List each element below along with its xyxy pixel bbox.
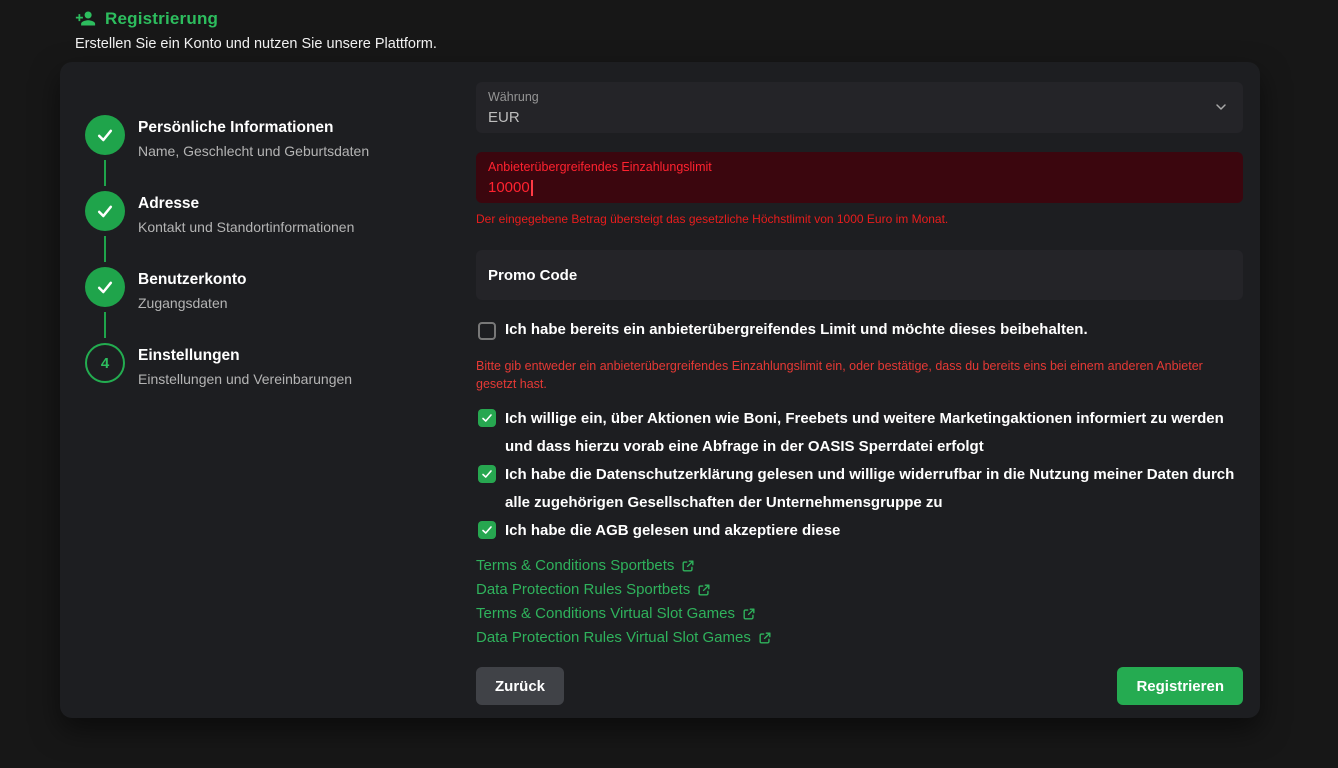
stepper-step-address[interactable]: Adresse Kontakt und Standortinformatione… [85,191,476,267]
step-title: Benutzerkonto [138,271,247,289]
register-button[interactable]: Registrieren [1117,667,1243,705]
consent-label[interactable]: Ich willige ein, über Aktionen wie Boni,… [505,405,1243,461]
step-check-icon [85,267,125,307]
external-link-icon [742,607,756,621]
link-data-protection-slot-games[interactable]: Data Protection Rules Virtual Slot Games [476,626,772,650]
limit-warning-text: Bitte gib entweder ein anbieterübergreif… [476,357,1243,393]
link-terms-slot-games[interactable]: Terms & Conditions Virtual Slot Games [476,602,756,626]
marketing-consent-checkbox[interactable] [478,409,496,427]
consent-label[interactable]: Ich habe die Datenschutzerklärung gelese… [505,461,1243,517]
external-link-icon [758,631,772,645]
consent-row-marketing: Ich willige ein, über Aktionen wie Boni,… [476,405,1243,461]
currency-value: EUR [488,109,1229,126]
step-connector [104,160,106,186]
consent-row-agb: Ich habe die AGB gelesen und akzeptiere … [476,517,1243,545]
step-subtitle: Kontakt und Standortinformationen [138,219,354,235]
consent-list: Ich willige ein, über Aktionen wie Boni,… [476,405,1243,545]
external-link-icon [697,583,711,597]
keep-limit-row: Ich habe bereits ein anbieterübergreifen… [476,318,1243,342]
deposit-limit-value: 10000 [488,179,530,196]
step-title: Adresse [138,195,354,213]
step-connector [104,236,106,262]
step-check-icon [85,115,125,155]
step-subtitle: Name, Geschlecht und Geburtsdaten [138,143,369,159]
registration-header: Registrierung Erstellen Sie ein Konto un… [0,0,1338,52]
step-subtitle: Einstellungen und Vereinbarungen [138,371,352,387]
step-title: Persönliche Informationen [138,119,369,137]
step-number: 4 [85,343,125,383]
page-title: Registrierung [105,9,218,29]
person-add-icon [75,8,96,29]
stepper-step-settings[interactable]: 4 Einstellungen Einstellungen und Verein… [85,343,476,387]
agb-consent-checkbox[interactable] [478,521,496,539]
text-cursor [531,180,533,196]
stepper-step-personal[interactable]: Persönliche Informationen Name, Geschlec… [85,115,476,191]
form-actions: Zurück Registrieren [476,667,1243,705]
keep-limit-label[interactable]: Ich habe bereits ein anbieterübergreifen… [505,318,1088,342]
deposit-limit-error: Der eingegebene Betrag übersteigt das ge… [476,212,1243,226]
step-title: Einstellungen [138,347,352,365]
promo-code-input[interactable] [476,250,1243,300]
link-terms-sportbets[interactable]: Terms & Conditions Sportbets [476,554,695,578]
external-link-icon [681,559,695,573]
page-subtitle: Erstellen Sie ein Konto und nutzen Sie u… [75,36,1338,52]
currency-label: Währung [488,90,1229,104]
deposit-limit-field[interactable]: Anbieterübergreifendes Einzahlungslimit … [476,152,1243,203]
link-data-protection-sportbets[interactable]: Data Protection Rules Sportbets [476,578,711,602]
legal-links: Terms & Conditions Sportbets Data Protec… [476,554,1243,650]
keep-limit-checkbox[interactable] [478,322,496,340]
chevron-down-icon [1213,99,1229,115]
consent-label[interactable]: Ich habe die AGB gelesen und akzeptiere … [505,517,840,545]
step-subtitle: Zugangsdaten [138,295,247,311]
deposit-limit-label: Anbieterübergreifendes Einzahlungslimit [488,160,1229,174]
step-connector [104,312,106,338]
settings-form: Währung EUR Anbieterübergreifendes Einza… [476,62,1260,718]
stepper-step-account[interactable]: Benutzerkonto Zugangsdaten [85,267,476,343]
registration-card: Persönliche Informationen Name, Geschlec… [60,62,1260,718]
step-check-icon [85,191,125,231]
consent-row-privacy: Ich habe die Datenschutzerklärung gelese… [476,461,1243,517]
privacy-consent-checkbox[interactable] [478,465,496,483]
currency-select[interactable]: Währung EUR [476,82,1243,133]
stepper: Persönliche Informationen Name, Geschlec… [60,62,476,718]
back-button[interactable]: Zurück [476,667,564,705]
